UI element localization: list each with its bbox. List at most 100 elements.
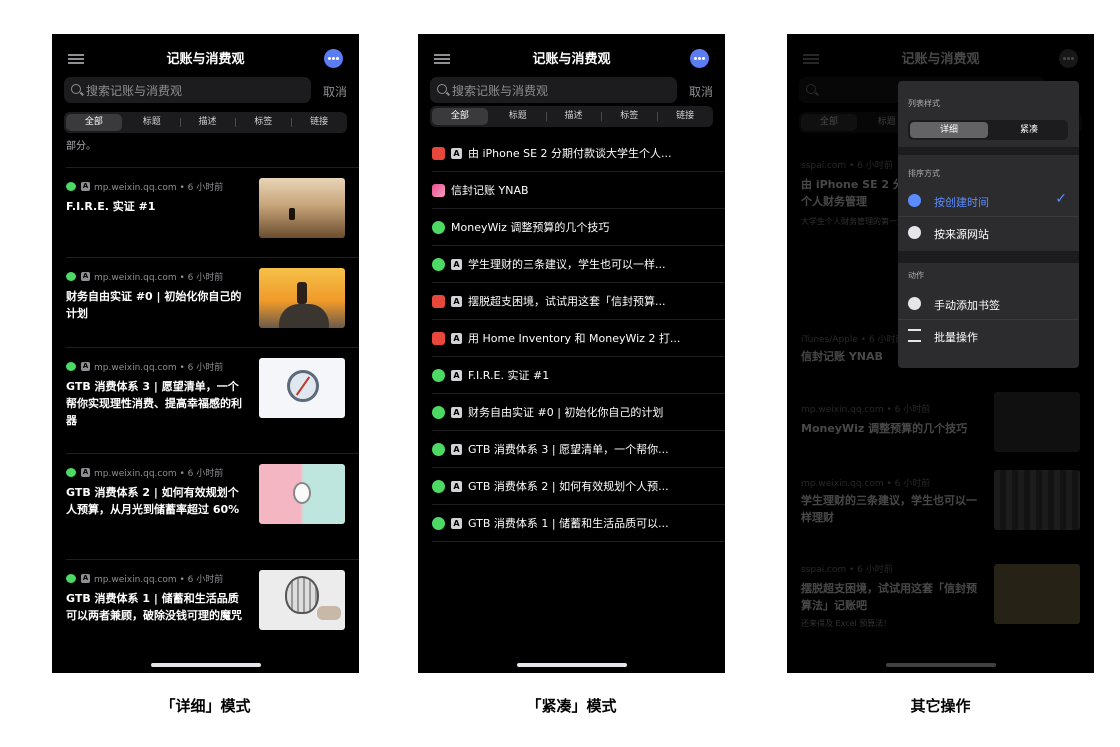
compact-list-item[interactable]: A F.I.R.E. 实证 #1 — [432, 357, 725, 394]
source-site-icon — [908, 226, 921, 239]
item-meta: mp.weixin.qq.com • 6 小时前 — [801, 479, 931, 489]
nav-title: 记账与消费观 — [901, 52, 980, 67]
list-item[interactable]: Amp.weixin.qq.com • 6 小时前 GTB 消费体系 2 | 如… — [52, 454, 359, 560]
compact-list-item[interactable]: A GTB 消费体系 3 | 愿望清单，一个帮你... — [432, 431, 725, 468]
article-badge-icon: A — [81, 362, 90, 371]
article-badge-icon: A — [451, 406, 462, 418]
cancel-button[interactable]: 取消 — [689, 83, 713, 100]
plus-circle-icon — [908, 297, 921, 310]
tab-links[interactable]: 链接 — [657, 106, 713, 127]
thumbnail — [994, 392, 1080, 452]
list-item[interactable]: Amp.weixin.qq.com • 6 小时前 F.I.R.E. 实证 #1 — [52, 168, 359, 258]
phone-compact-mode: 记账与消费观 搜索记账与消费观 取消 全部 标题 描述 标签 链接 A 由 iPh… — [418, 34, 725, 673]
wechat-icon — [432, 220, 445, 234]
sspai-icon — [432, 331, 445, 345]
list-edit-icon — [908, 329, 921, 342]
compact-list-item[interactable]: A GTB 消费体系 2 | 如何有效规划个人预... — [432, 468, 725, 505]
item-title: GTB 消费体系 2 | 如何有效规划个人预算，从月光到储蓄率超过 60% — [66, 486, 240, 516]
thumbnail — [259, 178, 345, 238]
article-badge-icon: A — [81, 182, 90, 191]
tab-title[interactable]: 标题 — [490, 106, 546, 127]
item-title: GTB 消费体系 2 | 如何有效规划个人预... — [468, 480, 669, 493]
more-options-icon[interactable] — [324, 49, 343, 68]
tab-all[interactable]: 全部 — [66, 114, 122, 131]
search-icon — [437, 84, 447, 94]
batch-actions-button[interactable]: 批量操作 — [898, 320, 1079, 352]
wechat-icon — [432, 257, 445, 271]
search-placeholder: 搜索记账与消费观 — [452, 84, 549, 98]
article-badge-icon: A — [451, 258, 462, 270]
tab-all[interactable]: 全部 — [432, 108, 488, 125]
tab-description[interactable]: 描述 — [545, 106, 602, 127]
thumbnail — [994, 470, 1080, 530]
list-item[interactable]: Amp.weixin.qq.com • 6 小时前 GTB 消费体系 3 | 愿… — [52, 348, 359, 454]
sort-option-label: 按来源网站 — [934, 228, 989, 241]
options-menu: 列表样式 详细 紧凑 排序方式 按创建时间 ✓ 按来源网站 动作 手动添加书签 … — [898, 81, 1079, 368]
phone-detail-mode: 记账与消费观 搜索记账与消费观 取消 全部 标题 描述 标签 链接 部分。 Am… — [52, 34, 359, 673]
wechat-icon — [66, 182, 76, 191]
article-badge-icon: A — [451, 147, 462, 159]
article-badge-icon: A — [451, 480, 462, 492]
section-sort: 排序方式 — [908, 169, 940, 178]
compact-list-item[interactable]: A 用 Home Inventory 和 MoneyWiz 2 打... — [432, 320, 725, 357]
more-options-icon[interactable] — [690, 49, 709, 68]
action-label: 批量操作 — [934, 331, 978, 344]
compact-list-item[interactable]: A 摆脱超支困境，试试用这套「信封预算... — [432, 283, 725, 320]
compact-list-item[interactable]: 信封记账 YNAB — [432, 172, 725, 209]
nav-title: 记账与消费观 — [532, 52, 611, 67]
tab-links[interactable]: 链接 — [291, 112, 347, 133]
checkmark-icon: ✓ — [1055, 191, 1067, 207]
compact-list-item[interactable]: A GTB 消费体系 1 | 储蓄和生活品质可以... — [432, 505, 725, 542]
compact-list-item[interactable]: A 学生理财的三条建议，学生也可以一样... — [432, 246, 725, 283]
add-bookmark-button[interactable]: 手动添加书签 — [898, 288, 1079, 320]
item-meta: mp.weixin.qq.com • 6 小时前 — [94, 273, 224, 283]
article-badge-icon: A — [451, 369, 462, 381]
item-meta: mp.weixin.qq.com • 6 小时前 — [94, 183, 224, 193]
compact-list-item[interactable]: MoneyWiz 调整预算的几个技巧 — [432, 209, 725, 246]
home-indicator — [885, 663, 996, 667]
search-input[interactable]: 搜索记账与消费观 — [430, 77, 677, 103]
compact-list-item[interactable]: A 由 iPhone SE 2 分期付款谈大学生个人... — [432, 135, 725, 172]
list-item[interactable]: Amp.weixin.qq.com • 6 小时前 GTB 消费体系 1 | 储… — [52, 560, 359, 666]
list-item[interactable]: Amp.weixin.qq.com • 6 小时前 财务自由实证 #0 | 初始… — [52, 258, 359, 348]
item-title: 用 Home Inventory 和 MoneyWiz 2 打... — [468, 332, 681, 345]
cancel-button[interactable]: 取消 — [323, 83, 347, 100]
style-compact-option[interactable]: 紧凑 — [990, 120, 1068, 140]
item-title: 财务自由实证 #0 | 初始化你自己的计划 — [66, 290, 242, 320]
wechat-icon — [432, 405, 445, 419]
sspai-icon — [432, 146, 445, 160]
search-placeholder: 搜索记账与消费观 — [86, 84, 183, 98]
style-detail-option[interactable]: 详细 — [910, 122, 988, 138]
tab-description[interactable]: 描述 — [179, 112, 236, 133]
article-badge-icon: A — [81, 574, 90, 583]
tab-title[interactable]: 标题 — [124, 112, 180, 133]
wechat-icon — [432, 442, 445, 456]
item-title: MoneyWiz 调整预算的几个技巧 — [451, 221, 610, 234]
wechat-icon — [432, 368, 445, 382]
wechat-icon — [66, 574, 76, 583]
item-title: GTB 消费体系 1 | 储蓄和生活品质可以... — [468, 517, 669, 530]
tab-tags[interactable]: 标签 — [235, 112, 291, 133]
item-title: 学生理财的三条建议，学生也可以一样... — [468, 258, 666, 271]
search-icon — [806, 84, 816, 94]
compact-list-item[interactable]: A 财务自由实证 #0 | 初始化你自己的计划 — [432, 394, 725, 431]
item-title: MoneyWiz 调整预算的几个技巧 — [801, 422, 968, 435]
thumbnail — [259, 358, 345, 418]
caption-other-actions: 其它操作 — [910, 697, 971, 715]
caption-detail-mode: 「详细」模式 — [160, 697, 251, 715]
item-snippet: 还来得及 Excel 预算法！ — [801, 619, 892, 628]
sort-by-created-time[interactable]: 按创建时间 ✓ — [898, 185, 1079, 217]
item-title: GTB 消费体系 3 | 愿望清单，一个帮你实现理性消费、提高幸福感的利器 — [66, 380, 242, 427]
home-indicator — [516, 663, 627, 667]
item-meta: sspai.com • 6 小时前 — [801, 565, 893, 575]
tab-tags[interactable]: 标签 — [601, 106, 657, 127]
search-input[interactable]: 搜索记账与消费观 — [64, 77, 311, 103]
navbar: 记账与消费观 — [52, 44, 359, 74]
sort-by-source-site[interactable]: 按来源网站 — [898, 217, 1079, 249]
section-list-style: 列表样式 — [908, 99, 940, 108]
clock-icon — [908, 194, 921, 207]
item-title: F.I.R.E. 实证 #1 — [66, 200, 156, 213]
thumbnail — [994, 564, 1080, 624]
partial-snippet: 部分。 — [66, 141, 96, 152]
wechat-icon — [66, 362, 76, 371]
